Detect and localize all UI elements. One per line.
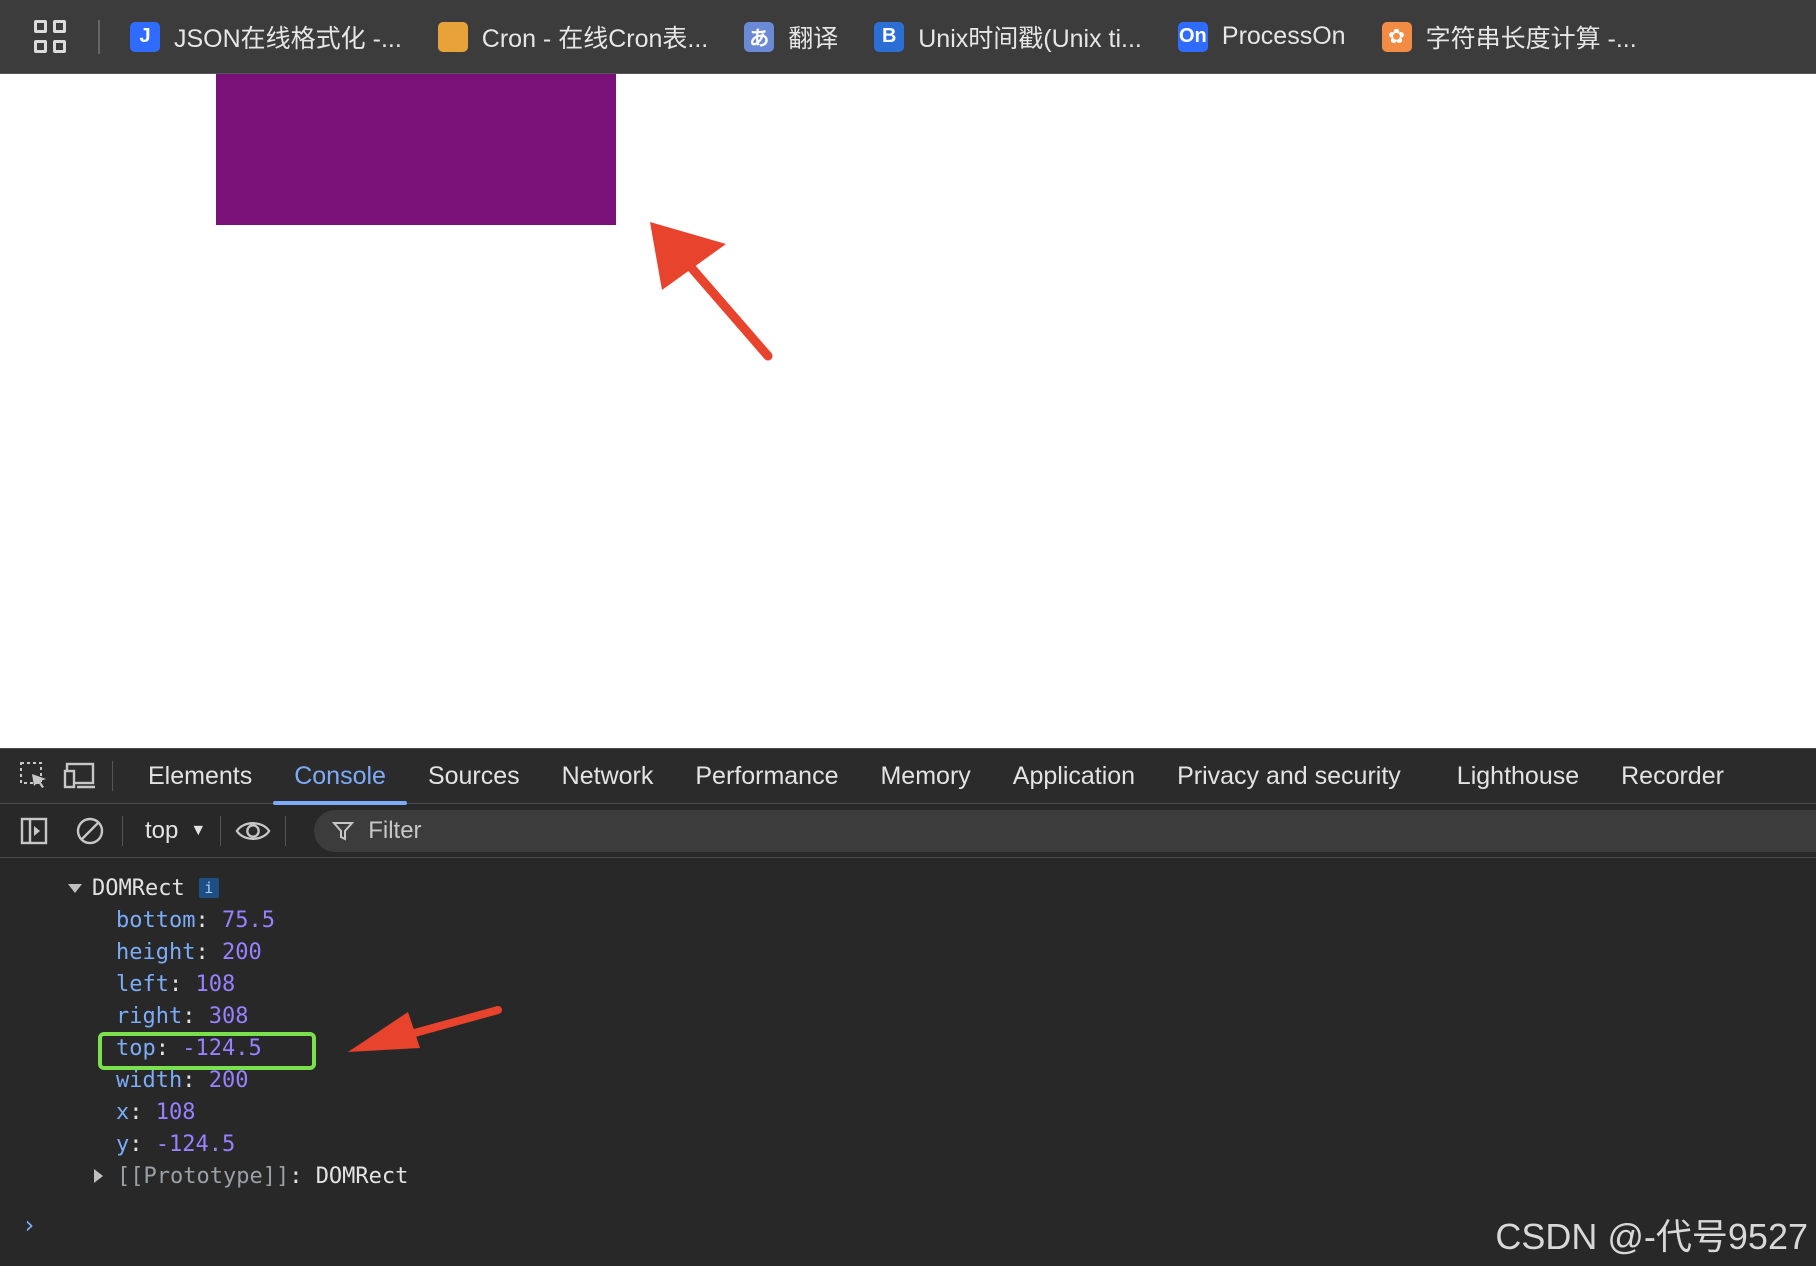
tab-lighthouse[interactable]: Lighthouse — [1436, 748, 1600, 804]
bookmark-label: ProcessOn — [1221, 22, 1346, 50]
highlight-box-top — [98, 1032, 316, 1070]
bookmark-item[interactable]: ✿ 字符串长度计算 -... — [1381, 19, 1637, 55]
console-toolbar: top ▼ Filter — [0, 804, 1816, 858]
property-key: right — [116, 1003, 183, 1029]
property-row-left: left: 108 — [116, 968, 1816, 1000]
bookmark-label: Unix时间戳(Unix ti... — [918, 24, 1142, 53]
chevron-down-icon: ▼ — [190, 821, 207, 839]
tab-sources[interactable]: Sources — [407, 748, 541, 804]
property-key: bottom — [116, 907, 196, 933]
device-toolbar-icon[interactable] — [62, 760, 98, 792]
cookie-icon — [437, 21, 468, 52]
bookmark-label: Cron - 在线Cron表... — [481, 24, 709, 53]
prototype-row[interactable]: [[Prototype]]: DOMRect — [94, 1160, 1816, 1192]
b-logo-icon: B — [874, 21, 905, 52]
on-logo-icon: On — [1177, 21, 1208, 52]
property-value: 200 — [208, 1067, 249, 1093]
tab-network[interactable]: Network — [541, 748, 675, 804]
watermark: CSDN @-代号9527 — [1495, 1216, 1808, 1257]
property-key: height — [116, 939, 196, 965]
tab-application[interactable]: Application — [992, 748, 1156, 804]
property-row-bottom: bottom: 75.5 — [116, 904, 1816, 936]
property-key: x — [116, 1099, 130, 1125]
tab-elements[interactable]: Elements — [127, 748, 273, 804]
context-selector[interactable]: top ▼ — [145, 817, 206, 845]
filter-funnel-icon — [332, 821, 355, 841]
property-value: 200 — [221, 939, 262, 965]
filter-input[interactable]: Filter — [314, 809, 1816, 852]
object-name: DOMRect — [92, 875, 185, 901]
devtools-tabbar: Elements Console Sources Network Performance… — [0, 748, 1816, 805]
j-logo-icon: J — [130, 21, 160, 52]
collapse-triangle-icon[interactable] — [94, 1169, 103, 1183]
property-row-width: width: 200 — [116, 1064, 1816, 1096]
page-viewport — [0, 74, 1816, 748]
bookmark-item[interactable]: B Unix时间戳(Unix ti... — [874, 19, 1142, 55]
property-row-height: height: 200 — [116, 936, 1816, 968]
console-prompt-icon[interactable]: › — [22, 1211, 36, 1239]
toolbar-divider — [220, 815, 222, 846]
bookmark-label: JSON在线格式化 -... — [174, 24, 402, 53]
property-key: width — [116, 1067, 183, 1093]
property-value: 108 — [195, 971, 236, 997]
bookmark-list: J JSON在线格式化 -... Cron - 在线Cron表... あ翻译 B Unix… — [130, 19, 1673, 55]
devtools-tab-list: Elements Console Sources Network Performance… — [127, 748, 1745, 805]
prototype-key: [[Prototype]] — [117, 1163, 290, 1189]
property-colon: : — [182, 1067, 209, 1093]
console-output: DOMRect i bottom: 75.5 height: 200 left: 1… — [0, 858, 1816, 1240]
property-colon: : — [195, 907, 222, 933]
apps-grid-icon[interactable] — [34, 19, 68, 54]
domrect-object-header[interactable]: DOMRect i — [68, 872, 1816, 904]
sidebar-toggle-icon[interactable] — [16, 815, 52, 847]
property-key: y — [116, 1131, 130, 1157]
property-row-top: top: -124.5 — [116, 1032, 1816, 1064]
property-value: -124.5 — [155, 1131, 236, 1157]
bookmarks-bar: J JSON在线格式化 -... Cron - 在线Cron表... あ翻译 B Unix… — [0, 0, 1816, 74]
flower-icon: ✿ — [1381, 21, 1412, 52]
toolbar-divider — [285, 815, 287, 846]
tabbar-divider — [112, 761, 113, 791]
tab-console[interactable]: Console — [273, 748, 407, 805]
property-value: 108 — [155, 1099, 196, 1125]
bookmarks-divider — [98, 19, 100, 54]
bookmark-item[interactable]: J JSON在线格式化 -... — [130, 19, 402, 55]
purple-box — [216, 74, 616, 225]
tab-performance[interactable]: Performance — [674, 748, 859, 804]
bookmark-label: 字符串长度计算 -... — [1425, 24, 1637, 53]
clear-console-icon[interactable] — [72, 815, 108, 847]
property-value: 308 — [208, 1003, 249, 1029]
property-colon: : — [168, 971, 196, 997]
bookmark-item[interactable]: あ翻译 — [744, 19, 838, 55]
property-row-y: y: -124.5 — [116, 1128, 1816, 1160]
inspect-element-icon[interactable] — [16, 760, 52, 792]
toolbar-divider — [122, 815, 123, 846]
property-row-x: x: 108 — [116, 1096, 1816, 1128]
property-key: left — [116, 971, 169, 997]
expand-triangle-icon[interactable] — [68, 883, 82, 893]
translate-icon: あ — [744, 21, 775, 52]
property-colon: : — [129, 1099, 156, 1125]
property-row-right: right: 308 — [116, 1000, 1816, 1032]
bookmark-item[interactable]: On ProcessOn — [1177, 21, 1346, 52]
context-label: top — [145, 816, 179, 844]
bookmark-label: 翻译 — [788, 24, 839, 53]
devtools-panel: Elements Console Sources Network Performance… — [0, 748, 1816, 1266]
property-value: 75.5 — [221, 907, 275, 933]
info-icon[interactable]: i — [198, 878, 219, 898]
tab-recorder[interactable]: Recorder — [1600, 748, 1745, 804]
tab-memory[interactable]: Memory — [859, 748, 991, 804]
filter-placeholder: Filter — [368, 816, 422, 844]
prototype-value: DOMRect — [315, 1163, 409, 1189]
bookmark-item[interactable]: Cron - 在线Cron表... — [437, 19, 709, 55]
property-colon: : — [195, 939, 222, 965]
property-colon: : — [129, 1131, 156, 1157]
tab-privacy-and-security[interactable]: Privacy and security — [1156, 748, 1422, 804]
live-expression-eye-icon[interactable] — [235, 815, 271, 847]
property-colon: : — [182, 1003, 209, 1029]
